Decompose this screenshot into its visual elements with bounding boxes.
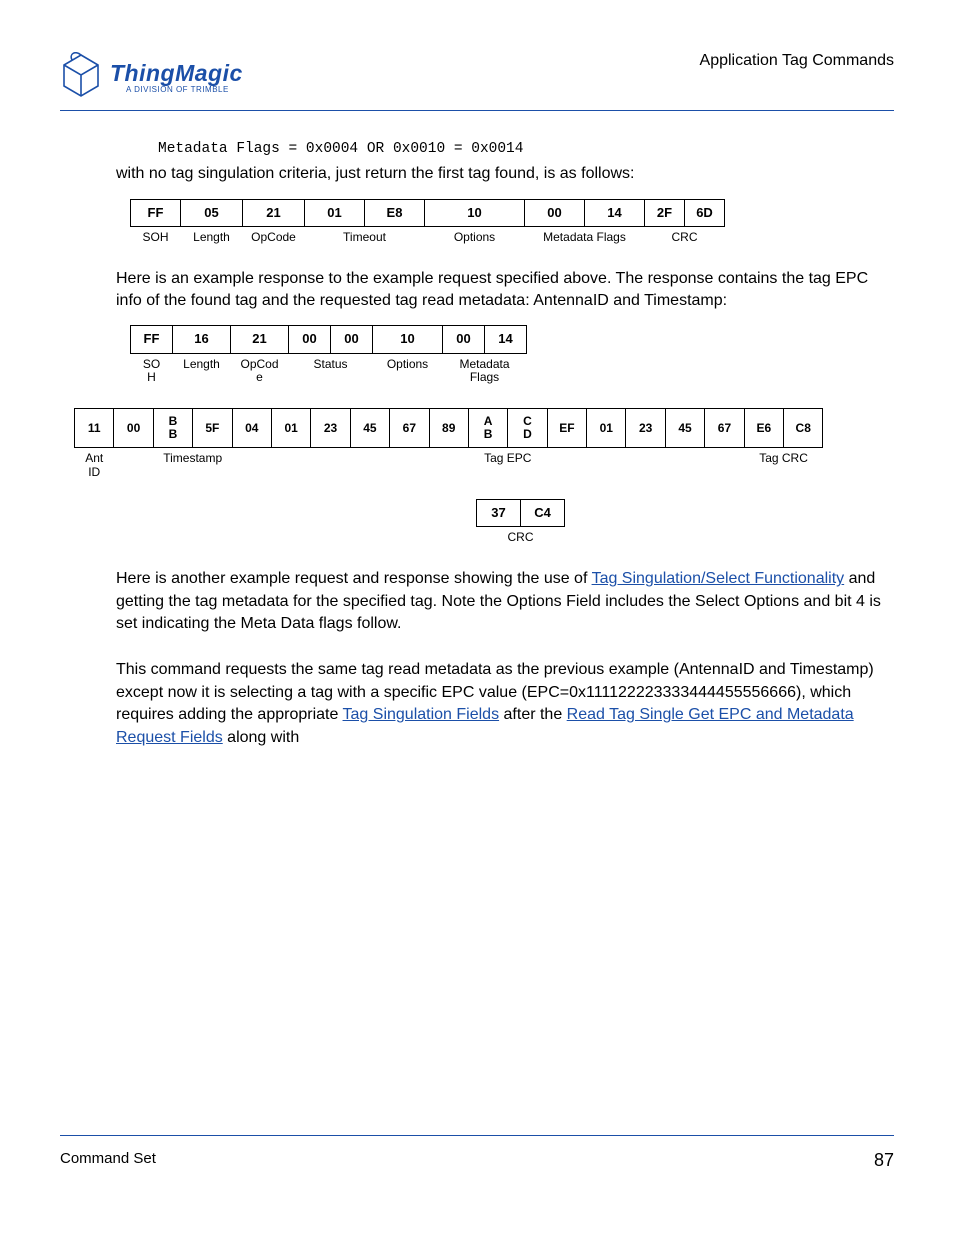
table-row: SOH Length OpCode Timeout Options Metada… xyxy=(131,226,725,244)
field-label: Length xyxy=(173,353,231,384)
byte-cell: 01 xyxy=(271,408,310,447)
byte-cell: BB xyxy=(153,408,192,447)
field-label: OpCode xyxy=(243,226,305,244)
byte-cell: 11 xyxy=(75,408,114,447)
field-label: Length xyxy=(181,226,243,244)
table-row: 11 00 BB 5F 04 01 23 45 67 89 AB CD EF 0… xyxy=(75,408,823,447)
table-row: 37 C4 xyxy=(477,499,565,526)
table-row: FF 05 21 01 E8 10 00 14 2F 6D xyxy=(131,199,725,226)
byte-cell: 21 xyxy=(243,199,305,226)
byte-cell: 23 xyxy=(626,408,665,447)
field-label: Options xyxy=(373,353,443,384)
page-header: ThingMagic A DIVISION OF TRIMBLE Applica… xyxy=(60,52,894,111)
explain-para-2: This command requests the same tag read … xyxy=(116,659,894,749)
link-tag-singulation-select[interactable]: Tag Singulation/Select Functionality xyxy=(592,570,845,587)
field-label: Timestamp xyxy=(114,448,272,479)
byte-cell: FF xyxy=(131,326,173,353)
logo: ThingMagic A DIVISION OF TRIMBLE xyxy=(60,52,243,102)
header-section-title: Application Tag Commands xyxy=(700,52,894,70)
field-label: Status xyxy=(289,353,373,384)
crc-table: 37 C4 CRC xyxy=(476,499,565,544)
field-label: Metadata Flags xyxy=(443,353,527,384)
byte-cell: 45 xyxy=(665,408,704,447)
byte-cell: 2F xyxy=(645,199,685,226)
content: Metadata Flags = 0x0004 OR 0x0010 = 0x00… xyxy=(60,141,894,749)
page: ThingMagic A DIVISION OF TRIMBLE Applica… xyxy=(0,0,954,1235)
byte-cell: 00 xyxy=(331,326,373,353)
intro-para: with no tag singulation criteria, just r… xyxy=(116,163,894,185)
byte-cell: 21 xyxy=(231,326,289,353)
byte-cell: EF xyxy=(547,408,586,447)
thingmagic-cube-icon xyxy=(60,52,102,102)
response-header-table: FF 16 21 00 00 10 00 14 SO H Length OpCo… xyxy=(130,325,527,384)
field-label: CRC xyxy=(645,226,725,244)
byte-cell: 14 xyxy=(585,199,645,226)
field-label: OpCod e xyxy=(231,353,289,384)
text-run: Here is another example request and resp… xyxy=(116,570,592,587)
field-label: SO H xyxy=(131,353,173,384)
response-body-table: 11 00 BB 5F 04 01 23 45 67 89 AB CD EF 0… xyxy=(74,408,823,479)
byte-cell: 89 xyxy=(429,408,468,447)
byte-cell: 04 xyxy=(232,408,271,447)
byte-cell: 16 xyxy=(173,326,231,353)
byte-cell: CD xyxy=(508,408,547,447)
byte-cell: 5F xyxy=(193,408,232,447)
byte-cell: C4 xyxy=(521,499,565,526)
field-label: Timeout xyxy=(305,226,425,244)
byte-cell: AB xyxy=(468,408,507,447)
byte-cell: 67 xyxy=(390,408,429,447)
byte-cell: E8 xyxy=(365,199,425,226)
footer-left: Command Set xyxy=(60,1150,156,1171)
logo-main-text: ThingMagic xyxy=(110,60,243,87)
text-run: along with xyxy=(223,729,300,746)
text-run: after the xyxy=(499,706,567,723)
field-label: CRC xyxy=(477,526,565,544)
byte-cell: 00 xyxy=(443,326,485,353)
metadata-flags-code: Metadata Flags = 0x0004 OR 0x0010 = 0x00… xyxy=(158,141,894,157)
table-row: SO H Length OpCod e Status Options Metad… xyxy=(131,353,527,384)
byte-cell: 00 xyxy=(114,408,153,447)
page-number: 87 xyxy=(874,1150,894,1171)
field-label: SOH xyxy=(131,226,181,244)
request-bytes-table: FF 05 21 01 E8 10 00 14 2F 6D SOH Length… xyxy=(130,199,725,244)
byte-cell: 23 xyxy=(311,408,350,447)
table-row: FF 16 21 00 00 10 00 14 xyxy=(131,326,527,353)
explain-para-1: Here is another example request and resp… xyxy=(116,568,894,635)
byte-cell: 14 xyxy=(485,326,527,353)
byte-cell: 67 xyxy=(705,408,744,447)
field-label: Options xyxy=(425,226,525,244)
logo-sub-text: A DIVISION OF TRIMBLE xyxy=(126,85,243,94)
byte-cell: 6D xyxy=(685,199,725,226)
field-label: Tag EPC xyxy=(271,448,744,479)
byte-cell: C8 xyxy=(784,408,823,447)
byte-cell: 05 xyxy=(181,199,243,226)
page-footer: Command Set 87 xyxy=(60,1135,894,1171)
byte-cell: 10 xyxy=(425,199,525,226)
byte-cell: FF xyxy=(131,199,181,226)
field-label: Tag CRC xyxy=(744,448,823,479)
byte-cell: 01 xyxy=(305,199,365,226)
byte-cell: 37 xyxy=(477,499,521,526)
link-tag-singulation-fields[interactable]: Tag Singulation Fields xyxy=(343,706,500,723)
byte-cell: 00 xyxy=(289,326,331,353)
byte-cell: 10 xyxy=(373,326,443,353)
table-row: Ant ID Timestamp Tag EPC Tag CRC xyxy=(75,448,823,479)
byte-cell: E6 xyxy=(744,408,783,447)
byte-cell: 01 xyxy=(587,408,626,447)
mid-para: Here is an example response to the examp… xyxy=(116,268,894,311)
logo-text: ThingMagic A DIVISION OF TRIMBLE xyxy=(110,60,243,94)
field-label: Ant ID xyxy=(75,448,114,479)
byte-cell: 45 xyxy=(350,408,389,447)
table-row: CRC xyxy=(477,526,565,544)
byte-cell: 00 xyxy=(525,199,585,226)
field-label: Metadata Flags xyxy=(525,226,645,244)
